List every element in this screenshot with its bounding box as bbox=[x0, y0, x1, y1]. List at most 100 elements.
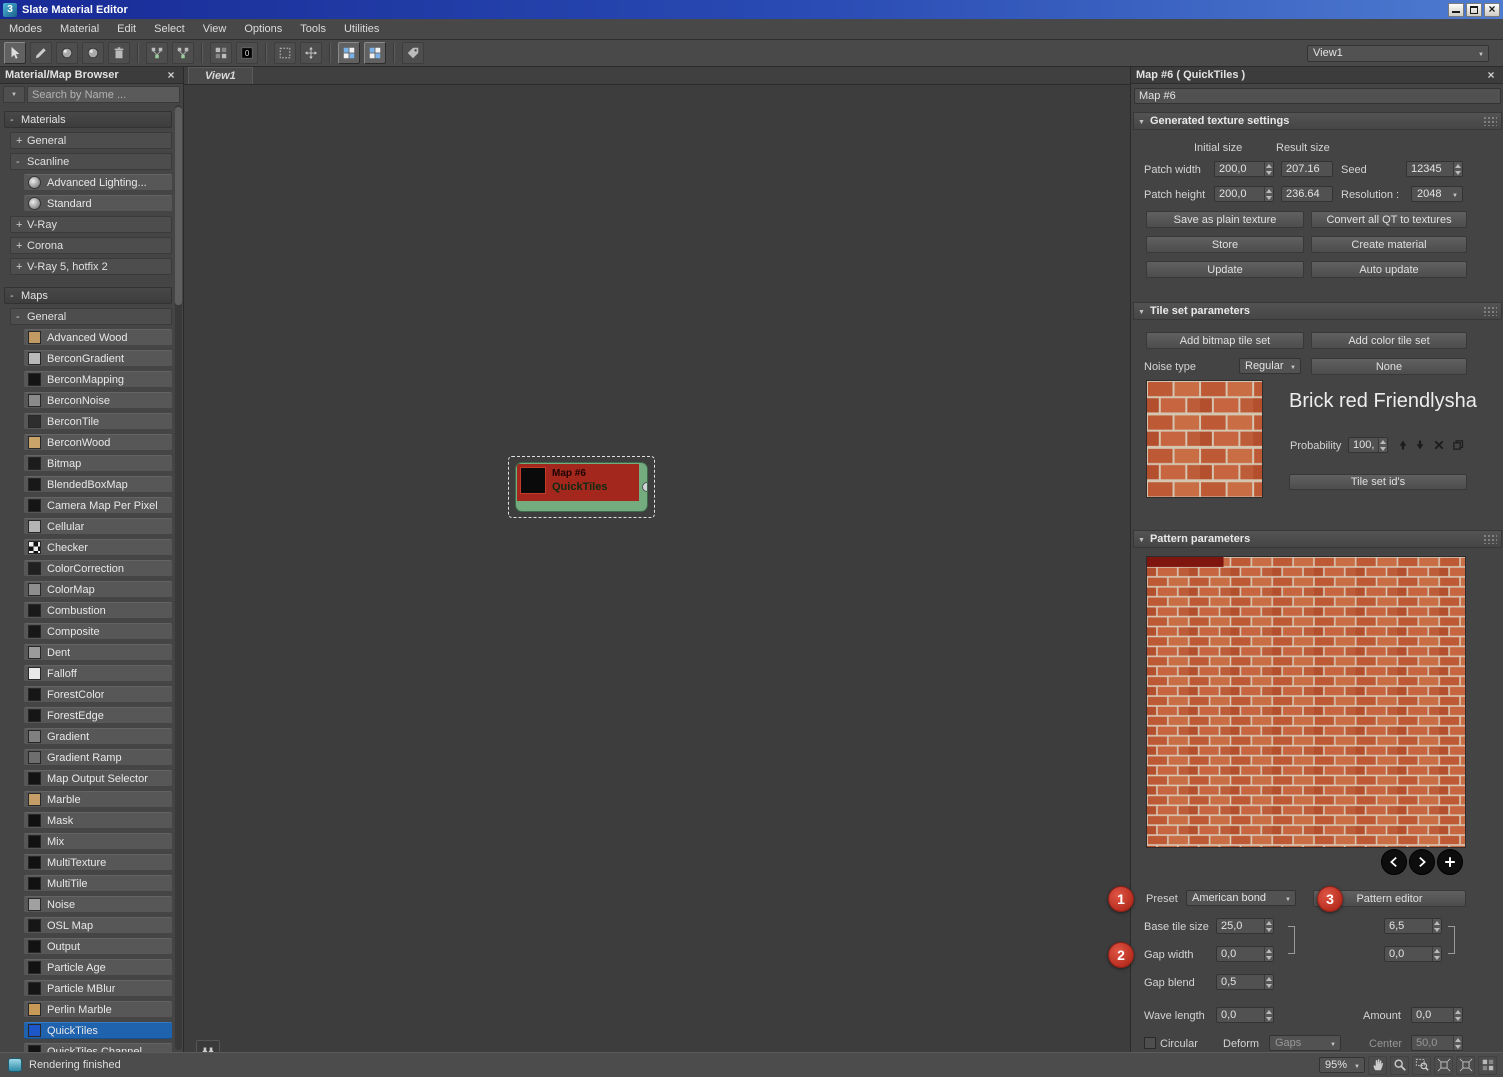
tree-item-falloff[interactable]: Falloff bbox=[24, 665, 172, 682]
tree-item-forestedge[interactable]: ForestEdge bbox=[24, 707, 172, 724]
gap-height-spinner-arrows[interactable] bbox=[1432, 947, 1441, 961]
tree-item-osl-map[interactable]: OSL Map bbox=[24, 917, 172, 934]
close-browser-icon[interactable] bbox=[164, 68, 178, 82]
create-material-button[interactable]: Create material bbox=[1311, 236, 1467, 253]
menu-edit[interactable]: Edit bbox=[108, 23, 145, 35]
probability-spinner[interactable]: 100, bbox=[1348, 437, 1388, 453]
search-filter-dropdown[interactable] bbox=[3, 86, 25, 103]
add-bitmap-tile-set-button[interactable]: Add bitmap tile set bbox=[1146, 332, 1304, 349]
tree-item-cellular[interactable]: Cellular bbox=[24, 518, 172, 535]
center-spinner[interactable]: 50,0 bbox=[1411, 1035, 1463, 1051]
show-background-button[interactable] bbox=[364, 42, 386, 64]
pattern-preview-image[interactable] bbox=[1146, 556, 1466, 848]
tree-item-quicktiles[interactable]: QuickTiles bbox=[24, 1022, 172, 1039]
search-input[interactable] bbox=[27, 86, 180, 103]
tile-set-ids-button[interactable]: Tile set id's bbox=[1289, 474, 1467, 490]
node-texture-swatch[interactable] bbox=[520, 467, 546, 494]
tree-item-berconwood[interactable]: BerconWood bbox=[24, 434, 172, 451]
pick-material-from-object-button[interactable] bbox=[30, 42, 52, 64]
rollout-grip-icon[interactable] bbox=[1483, 306, 1497, 316]
menu-modes[interactable]: Modes bbox=[0, 23, 51, 35]
tree-branch-scanline[interactable]: -Scanline bbox=[10, 153, 172, 170]
tree-item-mix[interactable]: Mix bbox=[24, 833, 172, 850]
tree-item-mask[interactable]: Mask bbox=[24, 812, 172, 829]
tree-item-map-output-selector[interactable]: Map Output Selector bbox=[24, 770, 172, 787]
zoom-extents-button[interactable] bbox=[1434, 1056, 1453, 1075]
patch-height-spinner[interactable]: 200,0 bbox=[1214, 186, 1274, 202]
tree-branch-general[interactable]: +General bbox=[10, 132, 172, 149]
tree-item-particle-mblur[interactable]: Particle MBlur bbox=[24, 980, 172, 997]
gap-width-spinner-arrows[interactable] bbox=[1264, 947, 1273, 961]
tree-item-checker[interactable]: Checker bbox=[24, 539, 172, 556]
base-tile-width-spinner[interactable]: 25,0 bbox=[1216, 918, 1274, 934]
rollout-header-pattern-parameters[interactable]: Pattern parameters bbox=[1133, 530, 1502, 548]
params-panel-header[interactable]: Map #6 ( QuickTiles ) bbox=[1131, 67, 1503, 84]
tree-item-gradient[interactable]: Gradient bbox=[24, 728, 172, 745]
next-pattern-button[interactable] bbox=[1409, 849, 1435, 875]
store-button[interactable]: Store bbox=[1146, 236, 1304, 253]
tree-item-standard[interactable]: Standard bbox=[24, 195, 172, 212]
tree-item-berconnoise[interactable]: BerconNoise bbox=[24, 392, 172, 409]
wave-length-spinner-arrows[interactable] bbox=[1264, 1008, 1273, 1022]
close-button[interactable] bbox=[1484, 3, 1500, 17]
amount-spinner[interactable]: 0,0 bbox=[1411, 1007, 1463, 1023]
tab-view1[interactable]: View1 bbox=[188, 67, 253, 84]
patch-width-spinner-arrows[interactable] bbox=[1264, 162, 1273, 176]
title-bar[interactable]: 3 Slate Material Editor bbox=[0, 0, 1503, 19]
gap-width-spinner[interactable]: 0,0 bbox=[1216, 946, 1274, 962]
browser-panel-header[interactable]: Material/Map Browser bbox=[0, 67, 183, 84]
menu-select[interactable]: Select bbox=[145, 23, 194, 35]
tree-item-output[interactable]: Output bbox=[24, 938, 172, 955]
amount-spinner-arrows[interactable] bbox=[1453, 1008, 1462, 1022]
delete-selected-button[interactable] bbox=[108, 42, 130, 64]
viewport-select-dropdown[interactable]: View1 bbox=[1307, 45, 1489, 62]
tree-branch-v-ray[interactable]: +V-Ray bbox=[10, 216, 172, 233]
resolution-dropdown[interactable]: 2048 bbox=[1411, 186, 1463, 202]
rollout-header-tile-set-parameters[interactable]: Tile set parameters bbox=[1133, 302, 1502, 320]
browser-scrollbar[interactable] bbox=[175, 105, 182, 1050]
tree-item-dent[interactable]: Dent bbox=[24, 644, 172, 661]
menu-utilities[interactable]: Utilities bbox=[335, 23, 388, 35]
tree-item-blendedboxmap[interactable]: BlendedBoxMap bbox=[24, 476, 172, 493]
seed-spinner[interactable]: 12345 bbox=[1406, 161, 1463, 177]
tree-item-marble[interactable]: Marble bbox=[24, 791, 172, 808]
tree-item-multitile[interactable]: MultiTile bbox=[24, 875, 172, 892]
gap-blend-spinner[interactable]: 0,5 bbox=[1216, 974, 1274, 990]
zoom-extents-selected-button[interactable] bbox=[1456, 1056, 1475, 1075]
close-params-icon[interactable] bbox=[1484, 68, 1498, 82]
layout-all-button[interactable] bbox=[172, 42, 194, 64]
none-button[interactable]: None bbox=[1311, 358, 1467, 375]
menu-options[interactable]: Options bbox=[235, 23, 291, 35]
move-children-button[interactable] bbox=[146, 42, 168, 64]
preset-dropdown[interactable]: American bond bbox=[1186, 890, 1296, 906]
tree-group-materials[interactable]: -Materials bbox=[4, 111, 172, 128]
tree-branch-v-ray-5-hotfix-2[interactable]: +V-Ray 5, hotfix 2 bbox=[10, 258, 172, 275]
slot-zero-button[interactable] bbox=[236, 42, 258, 64]
center-spinner-arrows[interactable] bbox=[1453, 1036, 1462, 1050]
rollout-header-generated-texture-settings[interactable]: Generated texture settings bbox=[1133, 112, 1502, 130]
tree-item-camera-map-per-pixel[interactable]: Camera Map Per Pixel bbox=[24, 497, 172, 514]
probability-spinner-arrows[interactable] bbox=[1378, 438, 1387, 452]
tree-item-particle-age[interactable]: Particle Age bbox=[24, 959, 172, 976]
node-canvas[interactable]: Map #6 QuickTiles bbox=[184, 85, 1130, 1052]
tile-move-up-button[interactable] bbox=[1395, 437, 1411, 453]
node-map6-quicktiles[interactable]: Map #6 QuickTiles bbox=[515, 462, 648, 512]
tree-item-forestcolor[interactable]: ForestColor bbox=[24, 686, 172, 703]
tree-group-maps[interactable]: -Maps bbox=[4, 287, 172, 304]
maximize-viewport-button[interactable] bbox=[1478, 1056, 1497, 1075]
menu-material[interactable]: Material bbox=[51, 23, 108, 35]
auto-update-button[interactable]: Auto update bbox=[1311, 261, 1467, 278]
tile-move-down-button[interactable] bbox=[1412, 437, 1428, 453]
tree-item-bercongradient[interactable]: BerconGradient bbox=[24, 350, 172, 367]
tree-item-bitmap[interactable]: Bitmap bbox=[24, 455, 172, 472]
circular-checkbox[interactable] bbox=[1144, 1037, 1156, 1049]
base-tile-height-spinner-arrows[interactable] bbox=[1432, 919, 1441, 933]
menu-view[interactable]: View bbox=[194, 23, 236, 35]
select-tool-button[interactable] bbox=[4, 42, 26, 64]
base-tile-height-spinner[interactable]: 6,5 bbox=[1384, 918, 1442, 934]
pan-hand-button[interactable] bbox=[1368, 1056, 1387, 1075]
noise-type-dropdown[interactable]: Regular bbox=[1239, 358, 1301, 374]
tree-item-berconmapping[interactable]: BerconMapping bbox=[24, 371, 172, 388]
tile-delete-button[interactable] bbox=[1431, 437, 1447, 453]
select-region-button[interactable] bbox=[274, 42, 296, 64]
